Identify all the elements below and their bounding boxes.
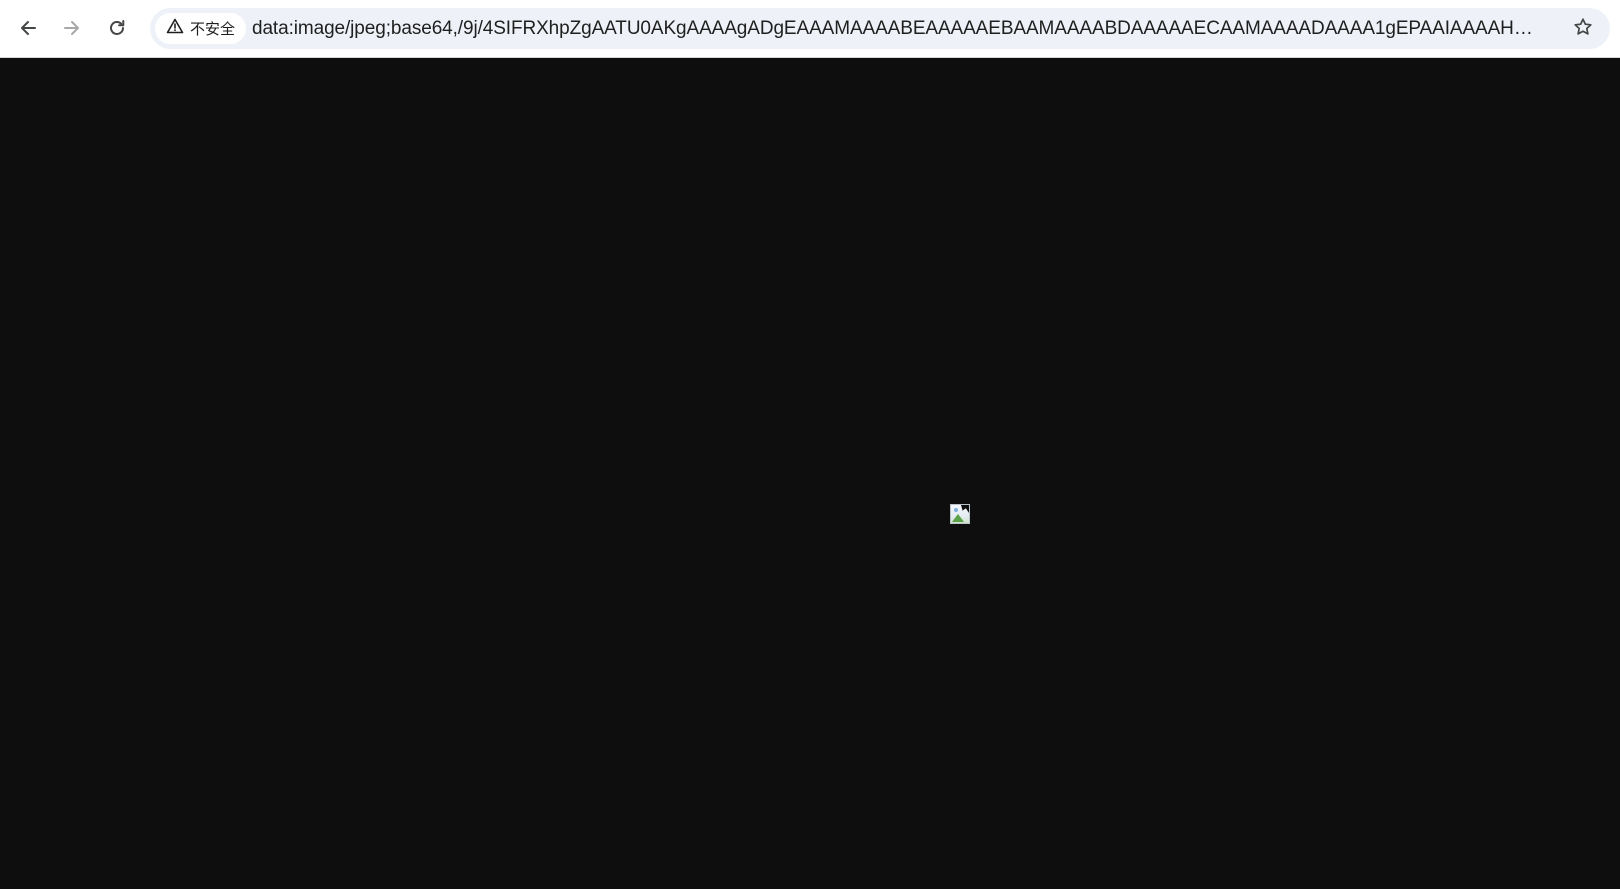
arrow-left-icon bbox=[18, 18, 38, 38]
back-button[interactable] bbox=[11, 11, 45, 45]
star-outline-icon bbox=[1573, 17, 1593, 42]
page-viewport bbox=[0, 58, 1620, 889]
security-indicator-chip[interactable]: 不安全 bbox=[155, 13, 247, 44]
broken-image-icon bbox=[950, 504, 970, 524]
browser-toolbar: 不安全 data:image/jpeg;base64,/9j/4SIFRXhpZ… bbox=[0, 0, 1620, 58]
warning-triangle-icon bbox=[166, 18, 184, 39]
bookmark-button[interactable] bbox=[1566, 12, 1600, 46]
security-label: 不安全 bbox=[190, 20, 236, 38]
forward-button[interactable] bbox=[55, 11, 89, 45]
reload-button[interactable] bbox=[100, 11, 134, 45]
url-text[interactable]: data:image/jpeg;base64,/9j/4SIFRXhpZgAAT… bbox=[252, 8, 1542, 49]
arrow-right-icon bbox=[62, 18, 82, 38]
address-bar[interactable]: 不安全 data:image/jpeg;base64,/9j/4SIFRXhpZ… bbox=[150, 8, 1610, 49]
reload-icon bbox=[107, 18, 127, 38]
